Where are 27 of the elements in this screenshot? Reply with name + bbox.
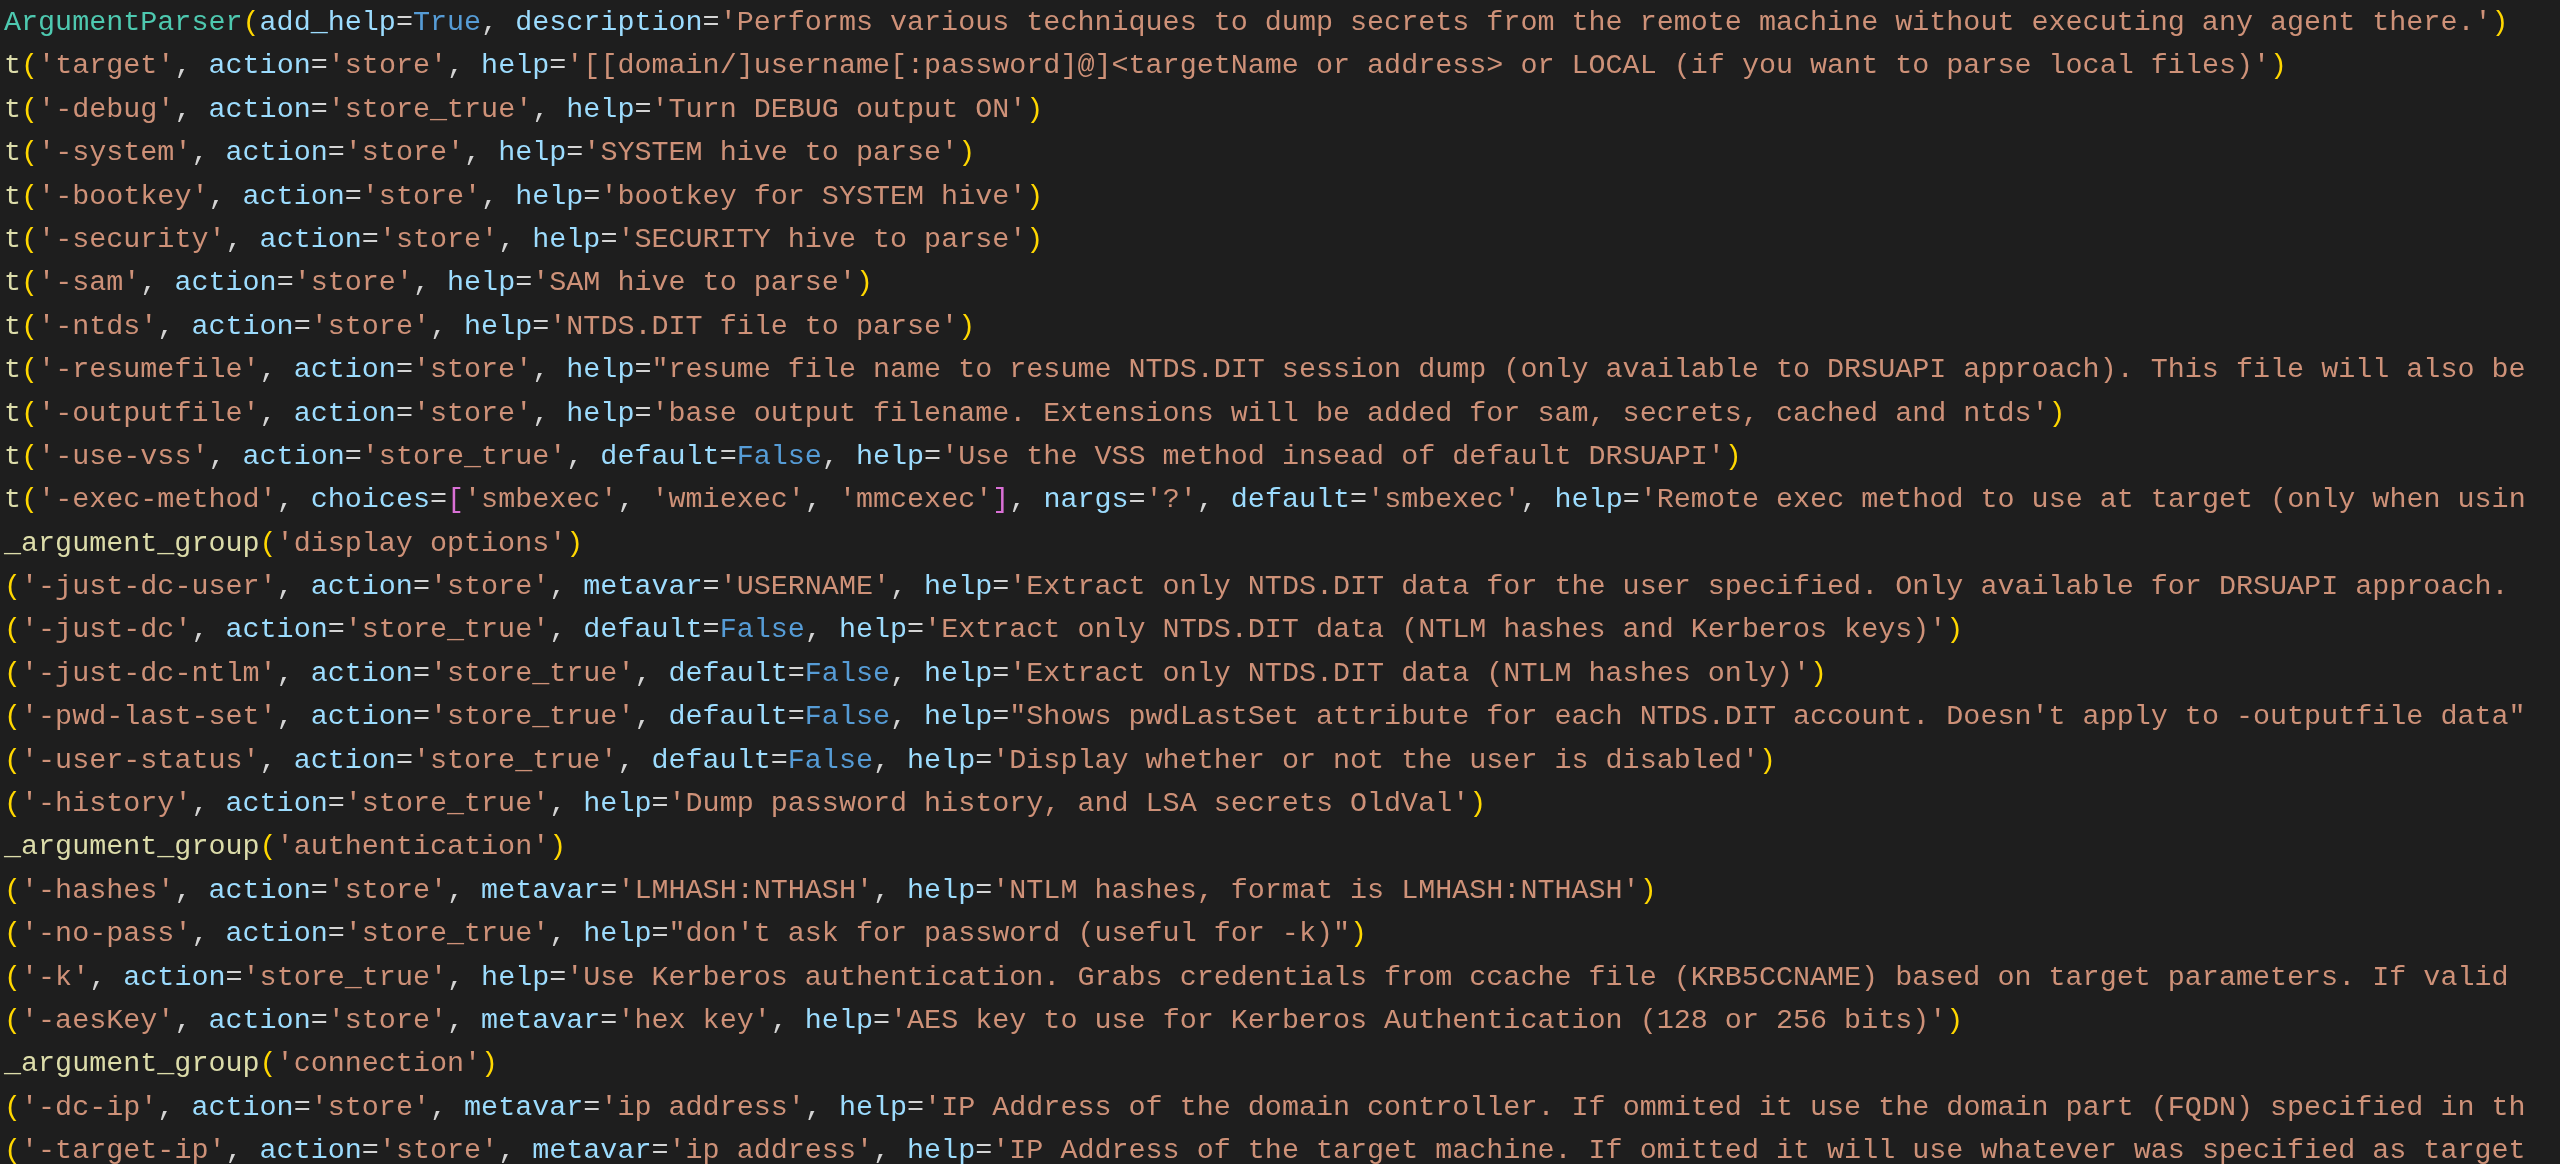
code-line: t('-bootkey', action='store', help='bootkey for SYSTEM hive') bbox=[4, 178, 1044, 215]
code-line: ('-hashes', action='store', metavar='LMHASH:NTHASH', help='NTLM hashes, format is LMHASH:NTHASH') bbox=[4, 872, 1657, 909]
code-line: t('target', action='store', help='[[domain/]username[:password]@]<targetName or address> or LOCAL (if you want to parse local files)') bbox=[4, 48, 2288, 85]
code-line: ArgumentParser(add_help=True, description='Performs various techniques to dump secrets from the remote machine without executing any agent there.') bbox=[4, 5, 2509, 41]
code-line: ('-no-pass', action='store_true', help="don't ask for password (useful for -k)") bbox=[4, 916, 1368, 953]
code-line: ('-user-status', action='store_true', default=False, help='Display whether or not the user is disabled') bbox=[4, 742, 1776, 779]
code-line: ('-just-dc', action='store_true', default=False, help='Extract only NTDS.DIT data (NTLM hashes and Kerberos keys)') bbox=[4, 612, 1964, 649]
code-line: _argument_group('connection') bbox=[4, 1046, 499, 1083]
code-line: t('-ntds', action='store', help='NTDS.DIT file to parse') bbox=[4, 308, 976, 345]
code-line: ('-aesKey', action='store', metavar='hex key', help='AES key to use for Kerberos Authentication (128 or 256 bits)') bbox=[4, 1003, 1964, 1039]
code-line: t('-sam', action='store', help='SAM hive to parse') bbox=[4, 265, 873, 302]
code-line: _argument_group('display options') bbox=[4, 525, 584, 562]
code-line: _argument_group('authentication') bbox=[4, 829, 567, 866]
code-line: t('-debug', action='store_true', help='Turn DEBUG output ON') bbox=[4, 91, 1044, 128]
code-line: t('-outputfile', action='store', help='base output filename. Extensions will be added for sam, secrets, cached and ntds') bbox=[4, 395, 2066, 432]
code-line: ('-target-ip', action='store', metavar='ip address', help='IP Address of the target machine. If omitted it will use whatever was specified as target bbox=[4, 1133, 2526, 1164]
code-line: ('-dc-ip', action='store', metavar='ip address', help='IP Address of the domain controller. If ommited it use the domain part (FQDN) specified in th bbox=[4, 1089, 2526, 1126]
code-line: ('-just-dc-ntlm', action='store_true', default=False, help='Extract only NTDS.DIT data (NTLM hashes only)') bbox=[4, 655, 1828, 692]
code-line: ('-history', action='store_true', help='Dump password history, and LSA secrets OldVal') bbox=[4, 786, 1487, 823]
code-line: t('-use-vss', action='store_true', default=False, help='Use the VSS method insead of default DRSUAPI') bbox=[4, 438, 1742, 475]
code-line: t('-system', action='store', help='SYSTEM hive to parse') bbox=[4, 135, 976, 172]
code-line: ('-pwd-last-set', action='store_true', default=False, help="Shows pwdLastSet attribute for each NTDS.DIT account. Doesn't apply to -outputfile data" bbox=[4, 699, 2526, 736]
code-line: ('-k', action='store_true', help='Use Kerberos authentication. Grabs credentials from ccache file (KRB5CCNAME) based on target parameters. If valid bbox=[4, 959, 2509, 996]
code-line: ('-just-dc-user', action='store', metavar='USERNAME', help='Extract only NTDS.DIT data for the user specified. Only available for DRSUAPI approach. bbox=[4, 569, 2509, 606]
code-line: t('-exec-method', choices=['smbexec', 'wmiexec', 'mmcexec'], nargs='?', default='smbexec', help='Remote exec method to use at target (only when usin bbox=[4, 482, 2526, 519]
code-line: t('-security', action='store', help='SECURITY hive to parse') bbox=[4, 221, 1044, 258]
code-line: t('-resumefile', action='store', help="resume file name to resume NTDS.DIT session dump (only available to DRSUAPI approach). This file will also be bbox=[4, 352, 2526, 389]
